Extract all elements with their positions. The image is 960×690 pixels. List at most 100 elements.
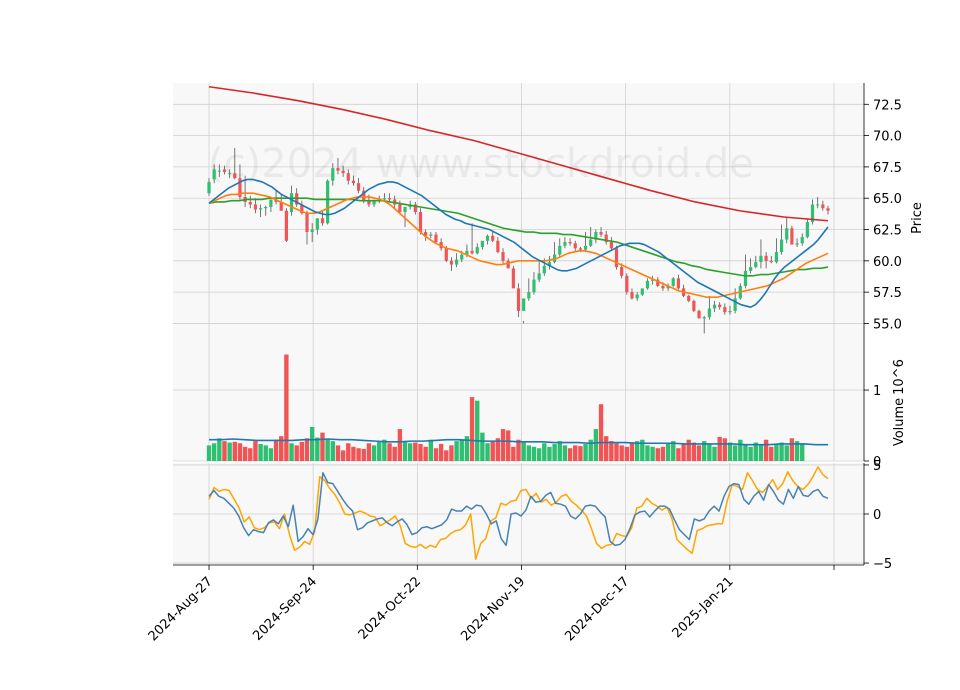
candle-body <box>661 285 665 289</box>
candle-body <box>449 260 454 265</box>
volume-bar <box>547 446 552 461</box>
volume-bar <box>351 446 356 461</box>
candle-body <box>645 280 650 289</box>
volume-bar <box>598 404 604 461</box>
volume-bar <box>536 448 542 461</box>
y-tick-label: −5 <box>873 557 892 572</box>
candle-body <box>599 232 603 235</box>
candle-body <box>485 235 490 241</box>
candle-body <box>326 180 330 224</box>
volume-bar <box>660 446 666 461</box>
x-tick-label: 2024-Sep-24 <box>250 574 320 644</box>
volume-bar <box>366 443 372 461</box>
candle-body <box>692 300 696 311</box>
candle-body <box>315 218 319 230</box>
volume-bar <box>325 439 330 461</box>
candle-body <box>455 259 459 265</box>
candle-body <box>418 211 423 233</box>
volume-bar <box>346 443 351 461</box>
candle-body <box>676 278 681 289</box>
price-axis-title: Price <box>910 202 925 234</box>
candle-body <box>331 168 335 181</box>
y-tick-label: 60.0 <box>873 255 902 270</box>
volume-bar <box>371 445 377 461</box>
volume-bar <box>707 443 712 461</box>
candle-body <box>336 168 340 171</box>
volume-bar <box>712 446 717 461</box>
candle-body <box>516 288 521 311</box>
volume-bar <box>655 448 660 461</box>
candle-body <box>769 260 773 263</box>
candle-body <box>522 298 526 311</box>
volume-bar <box>433 448 439 461</box>
volume-bar <box>531 446 537 461</box>
volume-bar <box>743 443 748 461</box>
volume-bar <box>206 445 212 461</box>
x-tick-label: 2025-Jan-21 <box>670 574 737 641</box>
candle-body <box>800 237 804 244</box>
candle-body <box>640 288 644 295</box>
candle-body <box>821 204 825 209</box>
volume-bar <box>263 445 268 461</box>
volume-bar <box>217 438 222 461</box>
candle-body <box>470 250 474 254</box>
x-tick-label: 2024-Oct-22 <box>356 574 424 642</box>
volume-axis-title: Volume <box>892 398 907 446</box>
candle-body <box>743 270 748 286</box>
candle-body <box>398 204 402 212</box>
candle-body <box>228 173 232 175</box>
y-tick-label: 57.5 <box>873 286 902 301</box>
candle-body <box>269 199 273 207</box>
candle-body <box>759 255 763 263</box>
candle-body <box>697 310 701 319</box>
volume-bar <box>387 443 392 461</box>
volume-bar <box>624 446 630 461</box>
candle-body <box>687 295 691 301</box>
candle-body <box>506 260 510 269</box>
candle-body <box>816 204 820 206</box>
volume-bar <box>774 443 779 461</box>
candle-body <box>207 181 211 194</box>
volume-bar <box>304 438 310 461</box>
candle-body <box>712 304 717 309</box>
candle-body <box>460 254 464 260</box>
candle-body <box>671 278 675 286</box>
candle-body <box>289 193 294 212</box>
volume-bar <box>211 443 217 461</box>
y-axis-ticks: 55.057.560.062.565.067.570.072.501−505 <box>864 98 902 572</box>
volume-bar <box>758 445 764 461</box>
volume-bar <box>232 441 237 461</box>
candle-body <box>589 239 593 246</box>
volume-bar <box>511 446 516 461</box>
candle-body <box>480 240 484 248</box>
volume-bar <box>382 439 387 461</box>
volume-bar <box>681 443 686 461</box>
volume-bar <box>573 445 578 461</box>
y-tick-label: 72.5 <box>873 98 902 113</box>
candle-body <box>496 240 500 253</box>
candle-body <box>264 206 268 209</box>
volume-bar <box>629 443 635 461</box>
volume-bar <box>557 441 562 461</box>
volume-bar <box>578 446 583 461</box>
candle-body <box>387 198 392 200</box>
volume-bar <box>686 439 691 461</box>
candle-body <box>625 275 629 293</box>
volume-bar <box>650 446 655 461</box>
candle-body <box>785 228 789 240</box>
watermark: (c)2024 www.stockdroid.de <box>208 141 754 187</box>
candle-body <box>749 267 753 271</box>
y-tick-label: 1 <box>873 384 881 399</box>
candle-body <box>764 255 768 261</box>
volume-bar <box>284 354 289 461</box>
volume-bar <box>562 445 568 461</box>
volume-bar <box>340 450 346 461</box>
candle-body <box>527 292 531 299</box>
volume-bar <box>273 439 279 461</box>
candle-body <box>578 248 582 250</box>
candle-body <box>826 208 830 211</box>
volume-bar <box>454 441 459 461</box>
candle-body <box>284 210 288 241</box>
volume-bar <box>619 445 624 461</box>
volume-bar <box>227 442 232 461</box>
